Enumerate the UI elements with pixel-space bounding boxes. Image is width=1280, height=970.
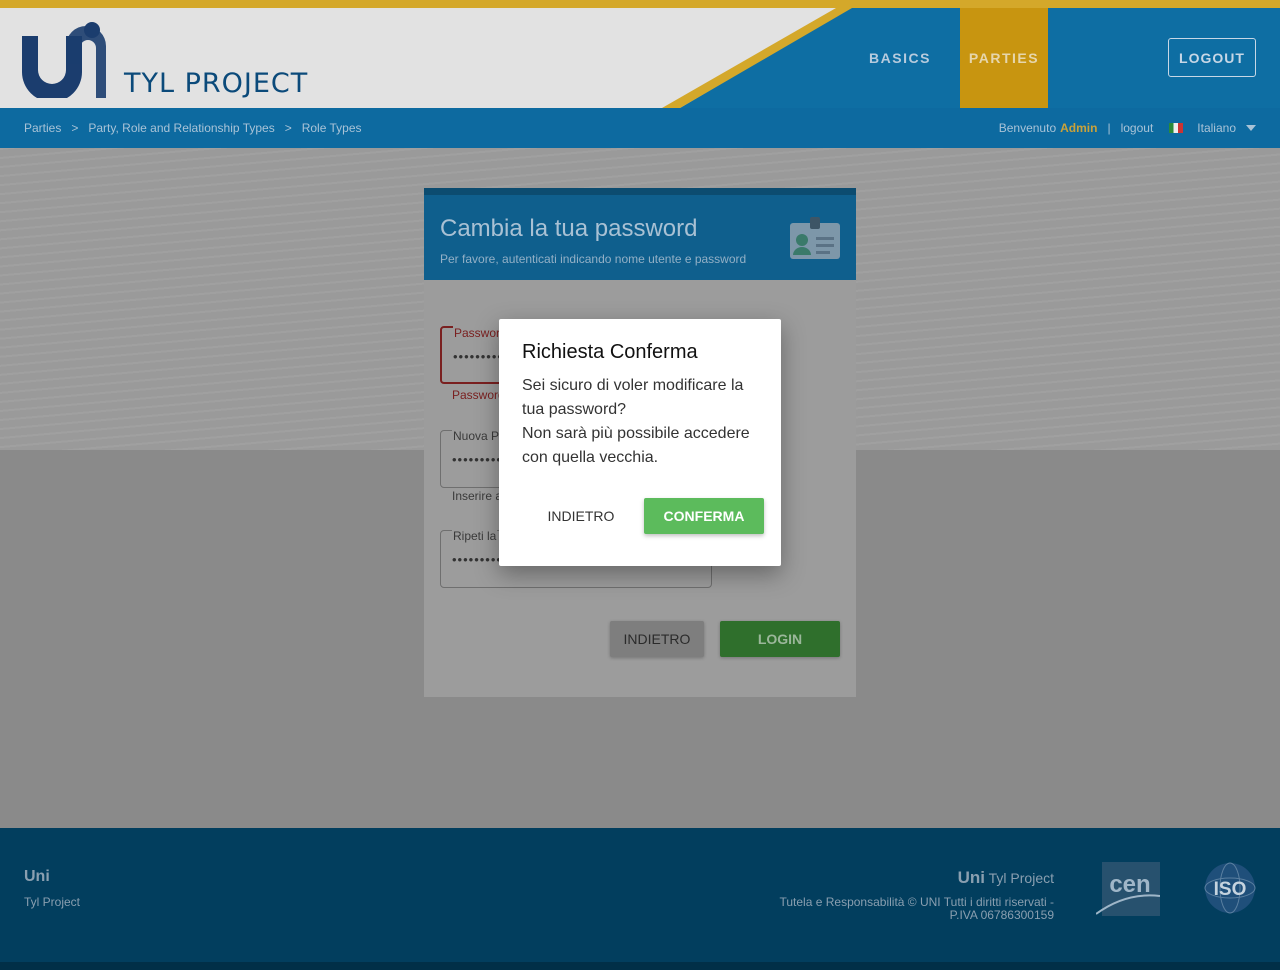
top-accent-stripe <box>0 0 1280 8</box>
dialog-message-line2: Non sarà più possibile accedere con quel… <box>522 425 750 466</box>
breadcrumb: Parties > Party, Role and Relationship T… <box>24 108 362 148</box>
breadcrumb-bar: Parties > Party, Role and Relationship T… <box>0 108 1280 148</box>
dialog-back-button[interactable]: INDIETRO <box>535 498 627 534</box>
cen-logo-text: cen <box>1109 871 1150 898</box>
dialog-message-line1: Sei sicuro di voler modificare la tua pa… <box>522 377 744 418</box>
logout-button[interactable]: LOGOUT <box>1168 38 1256 77</box>
app-header: TYL PROJECT BASICS PARTIES LOGOUT <box>0 8 1280 108</box>
iso-logo: ISO <box>1204 862 1256 914</box>
card-back-button[interactable]: INDIETRO <box>610 621 704 657</box>
footer-brand: Uni <box>24 868 50 885</box>
breadcrumb-types[interactable]: Party, Role and Relationship Types <box>88 121 274 135</box>
language-select[interactable]: Italiano <box>1197 121 1236 135</box>
uni-logo[interactable] <box>20 20 108 98</box>
cen-logo: cen <box>1096 862 1160 916</box>
iso-logo-text: ISO <box>1214 879 1247 900</box>
breadcrumb-separator: > <box>284 121 292 135</box>
project-title: TYL PROJECT <box>124 68 309 99</box>
footer-legal-a: Tutela e Responsabilità <box>779 895 905 909</box>
confirm-dialog: Richiesta Conferma Sei sicuro di voler m… <box>499 319 781 566</box>
user-area: Benvenuto Admin | logout Italiano <box>999 108 1256 148</box>
dialog-confirm-button[interactable]: CONFERMA <box>644 498 764 534</box>
italian-flag-icon <box>1169 123 1184 133</box>
dialog-title: Richiesta Conferma <box>522 341 698 363</box>
footer-right-brand: Uni <box>957 868 985 887</box>
breadcrumb-parties[interactable]: Parties <box>24 121 61 135</box>
footer-legal-b: © UNI Tutti i diritti riservati - P.IVA … <box>907 895 1054 922</box>
login-button[interactable]: LOGIN <box>720 621 840 657</box>
logout-link[interactable]: logout <box>1121 121 1154 135</box>
footer-right-project: Tyl Project <box>988 870 1054 886</box>
user-name: Admin <box>1060 121 1098 135</box>
card-subtitle: Per favore, autenticati indicando nome u… <box>440 252 747 266</box>
footer-project: Tyl Project <box>24 895 81 909</box>
nav-parties[interactable]: PARTIES <box>960 8 1048 108</box>
footer-bottom-strip <box>0 962 1280 970</box>
new-password-helper: Inserire a <box>452 489 503 503</box>
nav-basics[interactable]: BASICS <box>860 8 940 108</box>
footer-right-title: Uni Tyl Project <box>958 868 1054 888</box>
breadcrumb-role-types[interactable]: Role Types <box>302 121 362 135</box>
chevron-down-icon[interactable] <box>1246 125 1256 131</box>
card-header: Cambia la tua password Per favore, auten… <box>424 188 856 280</box>
footer-legal: Tutela e Responsabilità © UNI Tutti i di… <box>754 896 1054 922</box>
current-password-error: Password <box>452 388 505 402</box>
footer: Uni Tyl Project Uni Tyl Project Tutela e… <box>0 828 1280 962</box>
repeat-password-label: Ripeti la <box>452 529 498 543</box>
id-card-icon <box>790 217 840 259</box>
dialog-message: Sei sicuro di voler modificare la tua pa… <box>522 374 762 470</box>
card-title: Cambia la tua password <box>440 215 698 242</box>
new-password-label: Nuova P <box>452 429 501 443</box>
user-divider: | <box>1107 121 1111 135</box>
breadcrumb-separator: > <box>71 121 79 135</box>
welcome-text: Benvenuto <box>998 121 1057 135</box>
